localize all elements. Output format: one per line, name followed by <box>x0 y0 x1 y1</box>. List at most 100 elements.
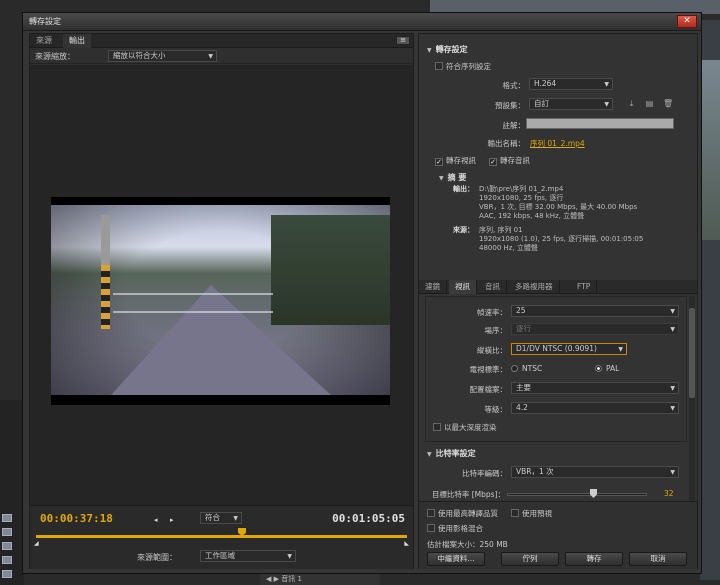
level-dropdown[interactable]: 4.2 ▼ <box>511 402 679 414</box>
tab-ftp[interactable]: FTP <box>571 280 598 294</box>
export-settings-header[interactable]: ▼ 轉存設定 <box>427 44 468 55</box>
source-scaling-dropdown[interactable]: 縮放以符合大小 ▼ <box>108 50 217 62</box>
field-order-dropdown[interactable]: 逐行 ▼ <box>511 323 679 335</box>
chevron-down-icon: ▼ <box>604 101 609 108</box>
source-scaling-label: 來源縮放： <box>35 52 75 61</box>
delete-preset-icon[interactable]: 🗑 <box>663 100 673 108</box>
import-preset-icon[interactable]: ▤ <box>645 100 654 108</box>
frame-blend-label: 使用影格混合 <box>438 524 483 533</box>
checkmark-icon: ✓ <box>489 158 497 166</box>
export-audio-checkbox[interactable]: ✓ 轉存音訊 <box>489 155 530 166</box>
chevron-down-icon: ▼ <box>670 469 675 476</box>
radio-selected-icon <box>595 365 602 372</box>
output-name-label: 輸出名稱： <box>487 139 526 148</box>
dialog-title: 轉存設定 <box>29 17 61 26</box>
preset-dropdown[interactable]: 自訂 ▼ <box>529 98 613 110</box>
options-footer: 使用最高轉譯品質 使用預視 使用影格混合 估計檔案大小：250 MB 中繼資料.… <box>419 501 697 569</box>
chevron-down-icon: ▼ <box>208 53 213 60</box>
aspect-dropdown[interactable]: D1/DV NTSC (0.9091) ▼ <box>511 343 627 355</box>
queue-button[interactable]: 佇列 <box>501 552 559 566</box>
output-name-link[interactable]: 序列 01_2.mp4 <box>530 138 585 149</box>
export-audio-label: 轉存音訊 <box>500 156 530 165</box>
export-button[interactable]: 轉存 <box>565 552 623 566</box>
source-range-dropdown[interactable]: 工作區域 ▼ <box>200 550 296 562</box>
export-settings-dialog: 轉存設定 ✕ 來源 輸出 ≡ 來源縮放： 縮放以符合大小 ▼ 00:00:37:… <box>22 12 702 574</box>
file-size-estimate: 估計檔案大小：250 MB <box>427 540 508 549</box>
guardrail <box>113 293 273 313</box>
framerate-label: 幀速率： <box>477 308 507 317</box>
bitrate-encoding-dropdown[interactable]: VBR，1 次 ▼ <box>511 466 679 478</box>
target-bitrate-value[interactable]: 32 <box>664 489 674 498</box>
clip-icon <box>2 528 12 536</box>
save-preset-icon[interactable]: ⤓ <box>627 100 636 108</box>
pole-stripes <box>101 265 110 329</box>
bitrate-header[interactable]: ▼ 比特率設定 <box>427 448 476 459</box>
tab-output[interactable]: 輸出 <box>63 34 91 48</box>
frame-blend-checkbox[interactable]: 使用影格混合 <box>427 523 483 534</box>
video-frame <box>51 197 390 405</box>
profile-value: 主要 <box>516 383 531 392</box>
chevron-down-icon: ▼ <box>670 326 675 333</box>
aspect-value: D1/DV NTSC (0.9091) <box>516 344 597 353</box>
chevron-down-icon: ▼ <box>618 346 623 353</box>
max-depth-checkbox[interactable]: 以最大深度渲染 <box>433 422 497 433</box>
summary-source-text: 序列, 序列 01 1920x1080 (1.0), 25 fps, 逐行掃描,… <box>479 226 644 252</box>
close-button[interactable]: ✕ <box>677 15 697 28</box>
target-bitrate-slider[interactable] <box>507 493 647 496</box>
max-quality-checkbox[interactable]: 使用最高轉譯品質 <box>427 508 498 519</box>
source-scaling-row: 來源縮放： 縮放以符合大小 ▼ <box>30 48 413 64</box>
settings-scrollbar[interactable] <box>689 296 695 502</box>
tab-video[interactable]: 視訊 <box>449 280 477 294</box>
format-dropdown[interactable]: H.264 ▼ <box>529 78 613 90</box>
chevron-down-icon: ▼ <box>233 515 238 522</box>
panel-menu-icon[interactable]: ≡ <box>396 36 410 45</box>
checkbox-icon <box>433 423 441 431</box>
in-point-icon[interactable]: ◢ <box>34 540 39 547</box>
use-preview-checkbox[interactable]: 使用預視 <box>511 508 552 519</box>
timeline-controls: 00:00:37:18 ◂ ▸ 符合 ▼ 00:01:05:05 ◢ ◣ 來源範… <box>30 505 413 569</box>
pal-radio[interactable]: PAL <box>595 364 619 373</box>
use-preview-label: 使用預視 <box>522 509 552 518</box>
fit-dropdown[interactable]: 符合 ▼ <box>200 512 242 524</box>
preset-label: 預設集： <box>495 101 525 110</box>
comment-field[interactable] <box>526 118 674 129</box>
source-range-value: 工作區域 <box>205 551 235 560</box>
tab-multiplexer[interactable]: 多路複用器 <box>509 280 560 294</box>
current-timecode[interactable]: 00:00:37:18 <box>40 512 113 525</box>
summary-header[interactable]: ▼ 摘 要 <box>439 172 466 183</box>
clip-icon <box>2 570 12 578</box>
chevron-down-icon: ▼ <box>604 81 609 88</box>
pal-label: PAL <box>606 364 620 373</box>
ntsc-radio[interactable]: NTSC <box>511 364 542 373</box>
scrollbar-thumb[interactable] <box>689 308 695 398</box>
out-point-icon[interactable]: ◣ <box>404 540 409 547</box>
target-bitrate-knob[interactable] <box>590 489 597 498</box>
match-sequence-label: 符合序列設定 <box>446 62 491 71</box>
bitrate-title: 比特率設定 <box>435 449 476 458</box>
checkbox-icon <box>511 509 519 517</box>
source-range-label: 來源範圍： <box>137 553 177 562</box>
fit-value: 符合 <box>205 513 220 522</box>
tab-audio[interactable]: 音訊 <box>479 280 507 294</box>
scrub-bar[interactable] <box>36 535 407 538</box>
bitrate-encoding-value: VBR，1 次 <box>516 467 554 476</box>
cancel-button[interactable]: 取消 <box>629 552 687 566</box>
export-video-checkbox[interactable]: ✓ 轉存視訊 <box>435 155 476 166</box>
chevron-down-icon: ▼ <box>287 553 292 560</box>
video-preview-area <box>30 65 413 505</box>
expand-triangle-icon: ▼ <box>427 451 432 458</box>
framerate-dropdown[interactable]: 25 ▼ <box>511 305 679 317</box>
match-sequence-checkbox[interactable]: 符合序列設定 <box>435 61 491 72</box>
level-label: 等級： <box>484 405 508 414</box>
profile-dropdown[interactable]: 主要 ▼ <box>511 382 679 394</box>
preset-value: 自訂 <box>534 99 549 108</box>
mark-in-icon[interactable]: ◂ <box>154 516 158 524</box>
bitrate-encoding-label: 比特率編碼： <box>462 469 507 478</box>
mark-out-icon[interactable]: ▸ <box>170 516 174 524</box>
tab-filters[interactable]: 濾鏡 <box>419 280 447 294</box>
metadata-button[interactable]: 中繼資料... <box>427 552 485 566</box>
tab-source[interactable]: 來源 <box>30 34 58 48</box>
checkbox-icon <box>427 524 435 532</box>
preview-tabs: 來源 輸出 ≡ <box>30 34 413 48</box>
export-video-label: 轉存視訊 <box>446 156 476 165</box>
